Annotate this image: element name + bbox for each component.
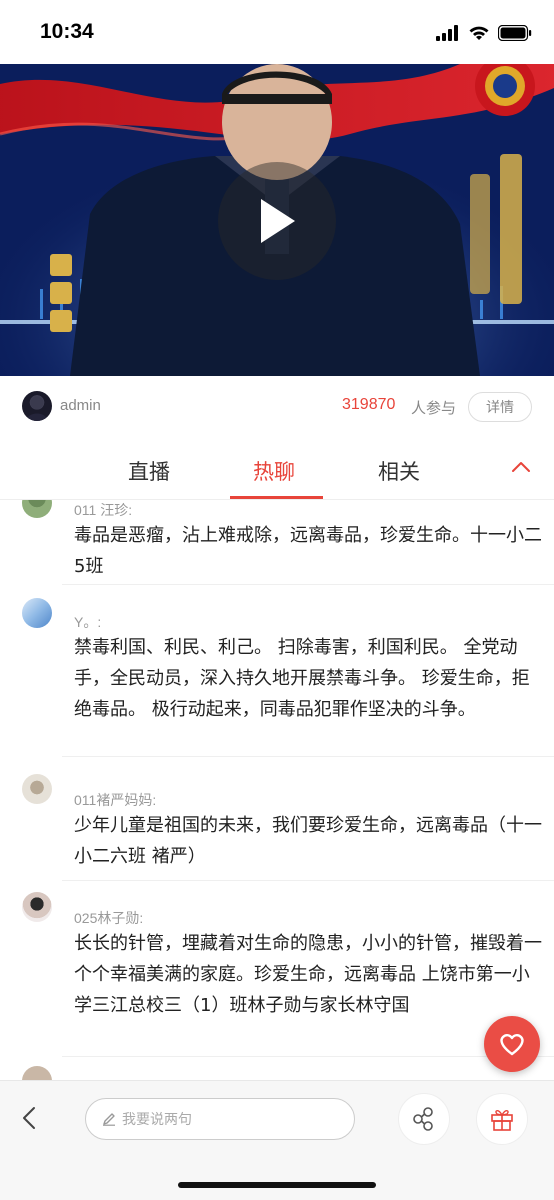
- avatar[interactable]: [22, 500, 52, 518]
- wifi-icon: [469, 26, 489, 40]
- signal-icon: [436, 25, 458, 41]
- participant-count: 319870: [342, 396, 396, 413]
- tab-hot-chat[interactable]: 热聊: [253, 456, 295, 486]
- message-author: 011褚严妈妈:: [74, 792, 157, 808]
- comment-input[interactable]: 我要说两句: [85, 1098, 355, 1140]
- detail-button[interactable]: 详情: [468, 392, 532, 422]
- tab-bar: 直播 热聊 相关: [0, 436, 554, 500]
- participant-label: 人参与: [411, 399, 457, 417]
- like-button[interactable]: [484, 1016, 540, 1072]
- message-text: 少年儿童是祖国的未来，我们要珍爱生命，远离毒品（十一小二六班 褚严）: [74, 815, 542, 867]
- share-icon: [413, 1107, 433, 1131]
- status-bar: 10:34: [0, 0, 554, 64]
- divider: [62, 756, 554, 757]
- author-name[interactable]: admin: [60, 397, 101, 414]
- tab-related[interactable]: 相关: [378, 456, 420, 486]
- active-tab-indicator: [230, 496, 323, 499]
- back-icon[interactable]: [18, 1105, 42, 1131]
- share-button[interactable]: [398, 1093, 450, 1145]
- heart-icon: [500, 1034, 524, 1056]
- message-author: 011 汪珍:: [74, 502, 133, 518]
- pen-icon: [103, 1113, 115, 1126]
- divider: [62, 584, 554, 585]
- play-icon: [261, 199, 295, 243]
- chat-list[interactable]: 011 汪珍: 毒品是恶瘤，沾上难戒除，远离毒品，珍爱生命。十一小二5班 Y。:…: [0, 500, 554, 1080]
- avatar[interactable]: [22, 598, 52, 628]
- message-author: Y。:: [74, 614, 102, 630]
- bottom-bar: 我要说两句: [0, 1080, 554, 1200]
- message-author: 025林子勋:: [74, 910, 144, 926]
- status-time: 10:34: [40, 20, 94, 43]
- gift-button[interactable]: [476, 1093, 528, 1145]
- avatar[interactable]: [22, 892, 52, 922]
- divider: [62, 1056, 554, 1057]
- chevron-up-icon[interactable]: [510, 456, 532, 478]
- message-text: 禁毒利国、利民、利己。 扫除毒害，利国利民。 全党动手，全民动员，深入持久地开展…: [74, 637, 530, 720]
- message-text: 长长的针管，埋藏着对生命的隐患，小小的针管，摧毁着一个个幸福美满的家庭。珍爱生命…: [74, 933, 542, 1016]
- battery-icon: [498, 25, 532, 41]
- tab-live[interactable]: 直播: [128, 456, 170, 486]
- message-text: 毒品是恶瘤，沾上难戒除，远离毒品，珍爱生命。十一小二5班: [74, 525, 542, 577]
- avatar[interactable]: [22, 391, 52, 421]
- info-row: admin 319870 人参与 详情: [0, 376, 554, 436]
- avatar[interactable]: [22, 1066, 52, 1080]
- video-player[interactable]: [0, 64, 554, 376]
- play-button[interactable]: [218, 162, 336, 280]
- status-icons: [436, 22, 532, 44]
- divider: [62, 880, 554, 881]
- avatar[interactable]: [22, 774, 52, 804]
- comment-placeholder: 我要说两句: [122, 1112, 192, 1128]
- home-indicator: [178, 1182, 376, 1188]
- gift-icon: [491, 1110, 513, 1131]
